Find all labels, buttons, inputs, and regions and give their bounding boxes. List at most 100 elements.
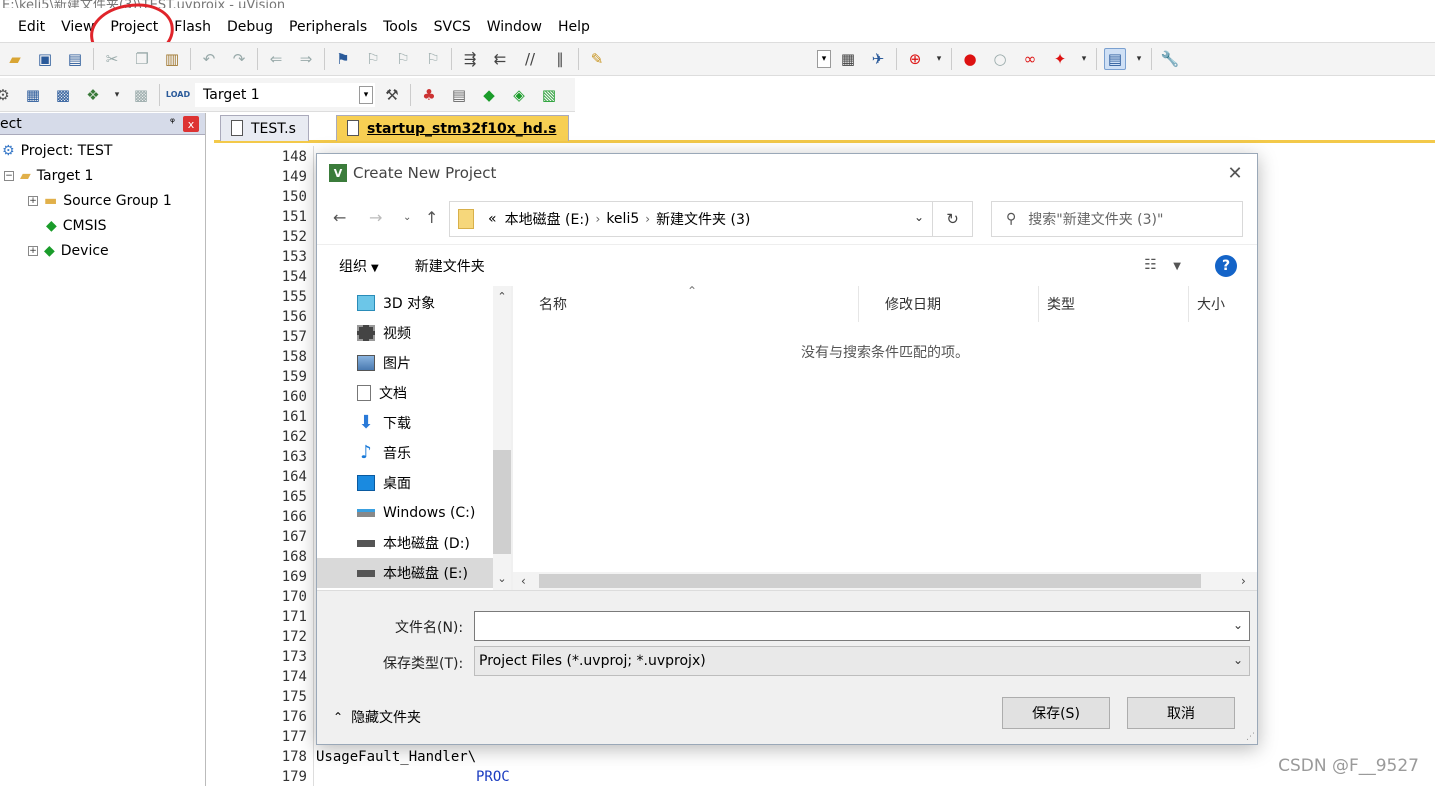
pin-icon[interactable]: ᵠ <box>170 115 175 129</box>
batch-dropdown-chevron-icon[interactable]: ▾ <box>112 84 122 106</box>
translate-icon[interactable]: ⚙ <box>0 84 14 106</box>
close-icon[interactable]: x <box>183 116 199 132</box>
nav-item-downloads[interactable]: ⬇ 下载 <box>317 408 493 438</box>
search-input[interactable]: ⚲ 搜索"新建文件夹 (3)" <box>991 201 1243 237</box>
back-arrow-icon[interactable]: ← <box>333 208 346 227</box>
menu-debug[interactable]: Debug <box>219 14 281 40</box>
debug-dropdown-chevron-icon[interactable]: ▾ <box>934 48 944 70</box>
target-options-icon[interactable]: ⚒ <box>381 84 403 106</box>
column-size[interactable]: 大小 <box>1189 286 1257 322</box>
breakpoint-dropdown-chevron-icon[interactable]: ▾ <box>1079 48 1089 70</box>
target-dropdown-chevron-icon[interactable]: ▾ <box>359 85 373 104</box>
refresh-button[interactable]: ↻ <box>933 201 973 237</box>
save-icon[interactable]: ▣ <box>34 48 56 70</box>
nav-item-documents[interactable]: 文档 <box>317 378 493 408</box>
nav-item-videos[interactable]: 视频 <box>317 318 493 348</box>
tree-item-cmsis[interactable]: ◆ CMSIS <box>46 215 107 237</box>
breadcrumb-overflow[interactable]: « <box>488 211 497 227</box>
disable-breakpoints-icon[interactable]: ∞ <box>1019 48 1041 70</box>
address-bar[interactable]: « 本地磁盘 (E:) › keli5 › 新建文件夹 (3) ⌄ <box>449 201 933 237</box>
menu-help[interactable]: Help <box>550 14 598 40</box>
close-icon[interactable]: ✕ <box>1225 163 1245 184</box>
filetype-dropdown-chevron-icon[interactable]: ⌄ <box>1233 653 1243 667</box>
debug-session-icon[interactable]: ⊕ <box>904 48 926 70</box>
tab-startup-file[interactable]: startup_stm32f10x_hd.s <box>336 115 570 141</box>
layout-dropdown-chevron-icon[interactable]: ▾ <box>1134 48 1144 70</box>
nav-scrollbar-thumb[interactable] <box>493 450 511 554</box>
tree-item-device[interactable]: + ◆ Device <box>28 240 109 262</box>
expand-icon[interactable]: + <box>28 196 38 206</box>
rebuild-icon[interactable]: ▩ <box>52 84 74 106</box>
tree-item-target[interactable]: − ▰ Target 1 <box>4 165 93 187</box>
breadcrumb-keli5[interactable]: keli5 <box>606 211 639 227</box>
find-dropdown-chevron-icon[interactable]: ▾ <box>817 50 831 68</box>
resize-grip-icon[interactable]: ⋰ <box>1246 732 1255 742</box>
configure-wrench-icon[interactable]: 🔧 <box>1159 48 1181 70</box>
target-select[interactable]: Target 1 ▾ <box>195 82 375 107</box>
tab-test-s[interactable]: TEST.s <box>220 115 309 141</box>
view-options-button[interactable]: ☷ ▼ <box>1144 257 1181 273</box>
unindent-icon[interactable]: ⇇ <box>489 48 511 70</box>
nav-item-desktop[interactable]: 桌面 <box>317 468 493 498</box>
breadcrumb-new-folder-3[interactable]: 新建文件夹 (3) <box>656 209 750 229</box>
run-time-env-icon[interactable]: ◆ <box>478 84 500 106</box>
nav-forward-icon[interactable]: ⇒ <box>295 48 317 70</box>
open-file-icon[interactable]: ▰ <box>4 48 26 70</box>
cancel-button[interactable]: 取消 <box>1127 697 1235 729</box>
nav-item-music[interactable]: ♪ 音乐 <box>317 438 493 468</box>
copy-icon[interactable]: ❐ <box>131 48 153 70</box>
find-next-icon[interactable]: ✈ <box>867 48 889 70</box>
hide-folders-toggle[interactable]: ⌃ 隐藏文件夹 <box>333 707 421 727</box>
tree-item-project[interactable]: ⚙ Project: TEST <box>2 140 112 162</box>
nav-back-icon[interactable]: ⇐ <box>265 48 287 70</box>
nav-item-windows-c[interactable]: Windows (C:) <box>317 498 493 528</box>
address-dropdown-chevron-icon[interactable]: ⌄ <box>914 210 924 224</box>
nav-item-drive-e[interactable]: 本地磁盘 (E:) <box>317 558 493 588</box>
build-icon[interactable]: ▦ <box>22 84 44 106</box>
column-type[interactable]: 类型 <box>1039 286 1189 322</box>
next-bookmark-icon[interactable]: ⚐ <box>392 48 414 70</box>
filename-input[interactable]: ⌄ <box>474 611 1250 641</box>
menu-edit[interactable]: Edit <box>10 14 53 40</box>
insert-breakpoint-icon[interactable]: ● <box>959 48 981 70</box>
indent-icon[interactable]: ⇶ <box>459 48 481 70</box>
up-arrow-icon[interactable]: ↑ <box>425 208 438 227</box>
cut-icon[interactable]: ✂ <box>101 48 123 70</box>
batch-build-icon[interactable]: ❖ <box>82 84 104 106</box>
breadcrumb-drive-e[interactable]: 本地磁盘 (E:) <box>505 209 590 229</box>
clear-bookmarks-icon[interactable]: ⚐ <box>422 48 444 70</box>
organize-menu[interactable]: 组织 ▼ <box>339 256 379 276</box>
menu-flash[interactable]: Flash <box>166 14 219 40</box>
filename-dropdown-chevron-icon[interactable]: ⌄ <box>1233 618 1243 632</box>
manage-components-icon[interactable]: ▤ <box>448 84 470 106</box>
nav-item-pictures[interactable]: 图片 <box>317 348 493 378</box>
help-icon[interactable]: ? <box>1215 255 1237 277</box>
prev-bookmark-icon[interactable]: ⚐ <box>362 48 384 70</box>
file-list-scrollbar[interactable]: ‹ › <box>513 572 1257 590</box>
collapse-icon[interactable]: − <box>4 171 14 181</box>
stop-build-icon[interactable]: ▩ <box>130 84 152 106</box>
bookmark-icon[interactable]: ⚑ <box>332 48 354 70</box>
incremental-find-icon[interactable]: ▦ <box>837 48 859 70</box>
forward-arrow-icon[interactable]: → <box>369 208 382 227</box>
file-extensions-icon[interactable]: ♣ <box>418 84 440 106</box>
comment-icon[interactable]: // <box>519 48 541 70</box>
paste-icon[interactable]: ▥ <box>161 48 183 70</box>
save-button[interactable]: 保存(S) <box>1002 697 1110 729</box>
nav-scrollbar[interactable]: ⌃ ⌄ <box>493 286 511 590</box>
window-layout-icon[interactable]: ▤ <box>1104 48 1126 70</box>
scroll-down-chevron-icon[interactable]: ⌄ <box>493 572 511 585</box>
column-name[interactable]: 名称 <box>513 286 859 322</box>
menu-peripherals[interactable]: Peripherals <box>281 14 375 40</box>
save-all-icon[interactable]: ▤ <box>64 48 86 70</box>
pack-installer-icon[interactable]: ▧ <box>538 84 560 106</box>
download-load-icon[interactable]: LOAD <box>166 84 190 106</box>
nav-item-drive-d[interactable]: 本地磁盘 (D:) <box>317 528 493 558</box>
find-in-files-icon[interactable]: ✎ <box>586 48 608 70</box>
column-date-modified[interactable]: 修改日期 <box>859 286 1039 322</box>
nav-item-3d-objects[interactable]: 3D 对象 <box>317 288 493 318</box>
kill-breakpoints-icon[interactable]: ✦ <box>1049 48 1071 70</box>
select-packs-icon[interactable]: ◈ <box>508 84 530 106</box>
recent-chevron-down-icon[interactable]: ⌄ <box>403 212 411 223</box>
enable-breakpoint-icon[interactable]: ○ <box>989 48 1011 70</box>
